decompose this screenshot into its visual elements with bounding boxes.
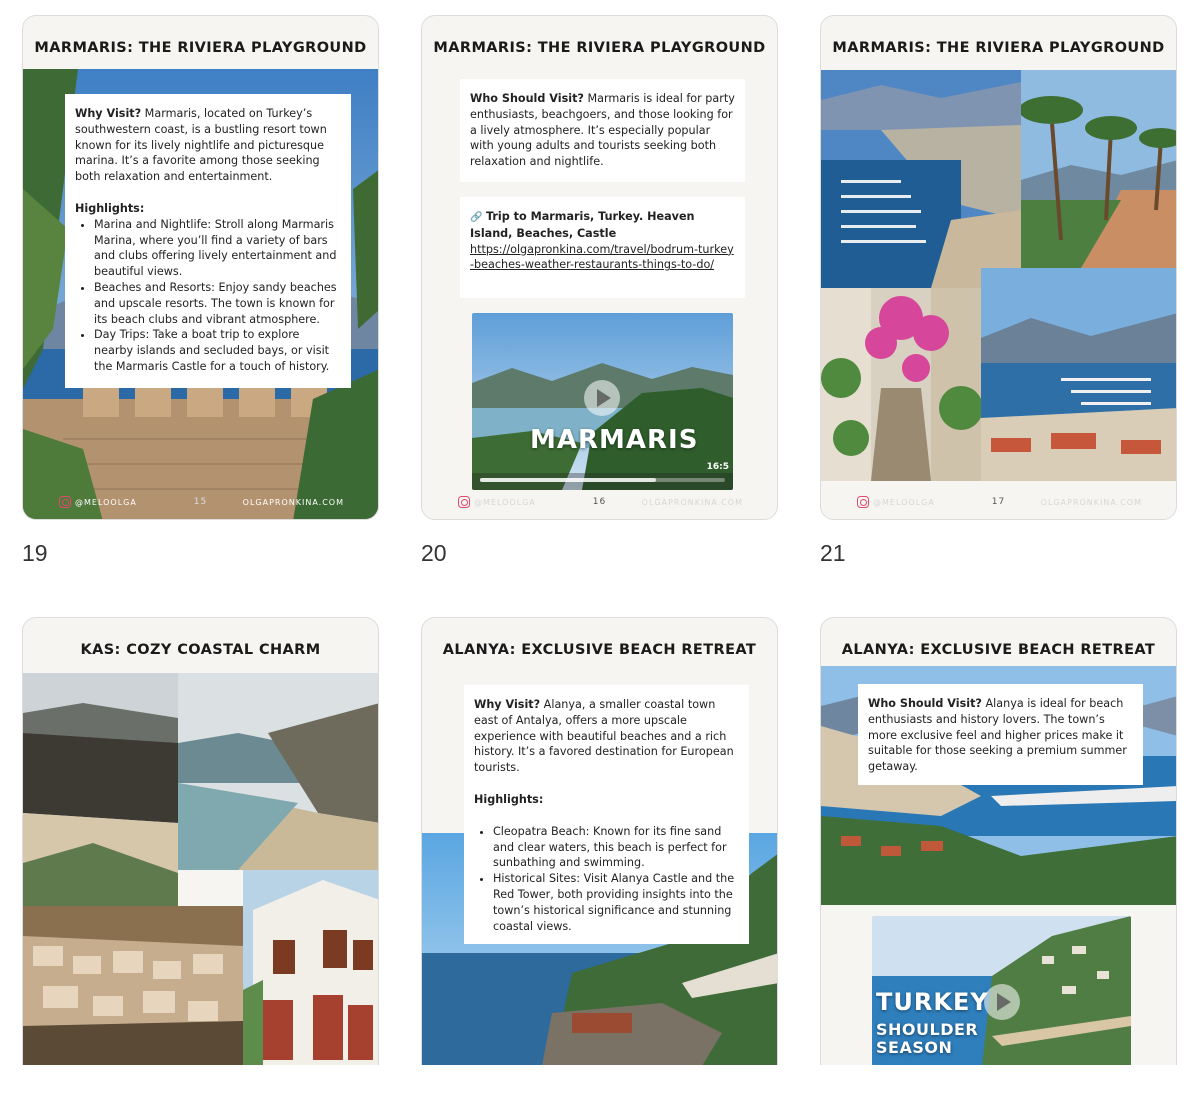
page-thumbnail-23[interactable]: ALANYA: EXCLUSIVE BEACH RETREAT Why Visi… [421, 617, 778, 1065]
who-should-visit-box: Who Should Visit? Alanya is ideal for be… [858, 684, 1143, 785]
why-visit-label: Why Visit? [75, 107, 142, 120]
footer-site: OLGAPRONKINA.COM [641, 498, 743, 507]
video-caption: MARMARIS [530, 425, 699, 455]
page-number-label: 21 [820, 540, 846, 566]
who-should-visit-label: Who Should Visit? [470, 92, 584, 105]
highlights-label: Highlights: [474, 792, 544, 806]
page-footer: @MELOOLGA 16 OLGAPRONKINA.COM [422, 483, 777, 519]
list-item: Beaches and Resorts: Enjoy sandy beaches… [94, 280, 341, 327]
kas-cliff-beach-photo [23, 673, 178, 906]
page-title: KAS: COZY COASTAL CHARM [80, 642, 321, 658]
video-caption-line-3: SEASON [876, 1038, 953, 1057]
link-icon: 🔗 [470, 212, 483, 223]
list-item: Marina and Nightlife: Stroll along Marma… [94, 217, 341, 280]
page-title: ALANYA: EXCLUSIVE BEACH RETREAT [841, 642, 1156, 658]
list-item: Cleopatra Beach: Known for its fine sand… [493, 824, 739, 871]
list-item: Day Trips: Take a boat trip to explore n… [94, 327, 341, 374]
page-thumbnail-19[interactable]: MARMARIS: THE RIVIERA PLAYGROUND Why Vis… [22, 15, 379, 520]
page-title: MARMARIS: THE RIVIERA PLAYGROUND [832, 40, 1165, 56]
play-icon[interactable] [984, 984, 1020, 1020]
highlights-list: Marina and Nightlife: Stroll along Marma… [94, 217, 341, 375]
page-title: MARMARIS: THE RIVIERA PLAYGROUND [433, 40, 766, 56]
marmaris-video[interactable]: MARMARIS 16:5 [472, 313, 733, 490]
highlights-label: Highlights: [75, 201, 145, 215]
page-thumbnail-20[interactable]: MARMARIS: THE RIVIERA PLAYGROUND Who Sho… [421, 15, 778, 520]
footer-site: OLGAPRONKINA.COM [242, 498, 344, 507]
why-visit-label: Why Visit? [474, 698, 541, 711]
page-thumbnail-21[interactable]: MARMARIS: THE RIVIERA PLAYGROUND @MELOOL… [820, 15, 1177, 520]
video-progress-bar[interactable] [480, 478, 725, 482]
who-should-visit-box: Who Should Visit? Marmaris is ideal for … [460, 79, 745, 182]
palm-promenade-photo [1021, 70, 1176, 268]
who-should-visit-label: Who Should Visit? [868, 697, 982, 710]
page-number-label: 19 [22, 540, 48, 566]
page-number-label: 20 [421, 540, 447, 566]
video-caption-line-2: SHOULDER [876, 1020, 979, 1039]
page-title: ALANYA: EXCLUSIVE BEACH RETREAT [442, 642, 757, 658]
why-visit-box: Why Visit? Alanya, a smaller coastal tow… [464, 685, 749, 944]
play-icon[interactable] [584, 380, 620, 416]
flower-alley-photo [821, 288, 981, 481]
turkey-shoulder-season-video[interactable]: TURKEY SHOULDER SEASON [872, 916, 1131, 1065]
highlights-list: Cleopatra Beach: Known for its fine sand… [493, 824, 739, 935]
article-link[interactable]: https://olgapronkina.com/travel/bodrum-t… [470, 242, 735, 274]
page-title: MARMARIS: THE RIVIERA PLAYGROUND [34, 40, 367, 56]
kas-white-house-photo [243, 870, 378, 1065]
marina-aerial-photo [821, 70, 1021, 288]
why-visit-box: Why Visit? Marmaris, located on Turkey’s… [65, 94, 351, 388]
page-thumbnail-24[interactable]: ALANYA: EXCLUSIVE BEACH RETREAT Who Shou… [820, 617, 1177, 1065]
link-box: 🔗 Trip to Marmaris, Turkey. Heaven Islan… [460, 197, 745, 298]
kas-coast-photo [178, 673, 378, 870]
video-caption-line-1: TURKEY [876, 988, 989, 1016]
video-duration: 16:5 [706, 462, 729, 472]
page-footer: @MELOOLGA 15 OLGAPRONKINA.COM [23, 483, 378, 519]
list-item: Historical Sites: Visit Alanya Castle an… [493, 871, 739, 934]
page-thumbnail-22[interactable]: KAS: COZY COASTAL CHARM [22, 617, 379, 1065]
page-footer: @MELOOLGA 17 OLGAPRONKINA.COM [821, 483, 1176, 519]
footer-site: OLGAPRONKINA.COM [1040, 498, 1142, 507]
link-title: Trip to Marmaris, Turkey. Heaven Island,… [470, 210, 695, 240]
harbor-view-photo [981, 268, 1176, 481]
video-progress-fill [480, 478, 657, 482]
kas-town-hills-photo [23, 906, 243, 1065]
